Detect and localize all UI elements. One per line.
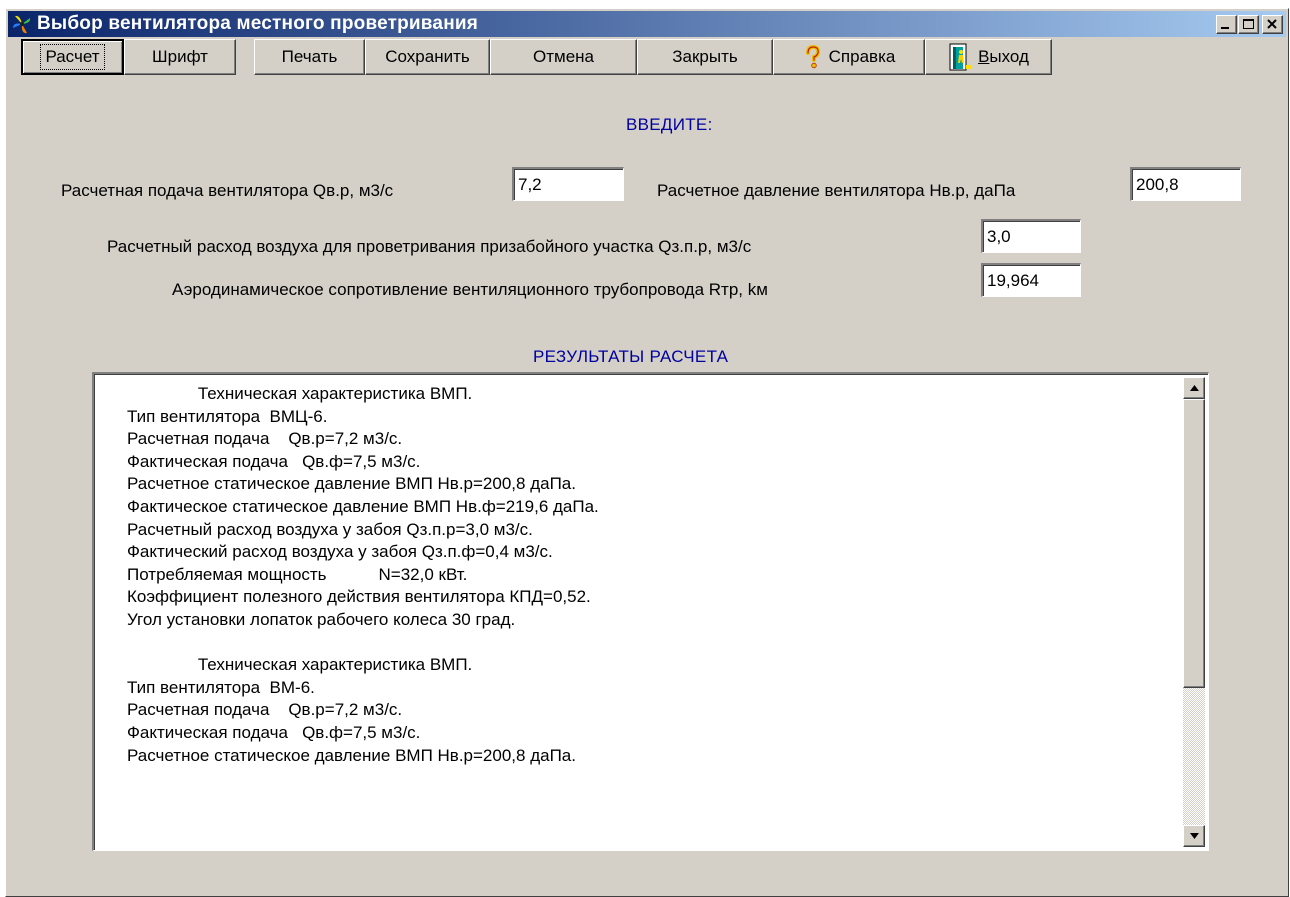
arrow-down-icon: [1190, 833, 1199, 839]
window-title: Выбор вентилятора местного проветривания: [37, 13, 479, 34]
results-text: Техническая характеристика ВМП. Тип венти…: [127, 383, 1168, 767]
exit-button-accel: В: [978, 47, 990, 66]
result-line: Техническая характеристика ВМП.: [127, 384, 473, 403]
maximize-icon: [1243, 19, 1254, 29]
save-button-label: Сохранить: [385, 47, 470, 66]
pressure-label: Расчетное давление вентилятора Нв.р, даП…: [657, 181, 1016, 200]
minimize-button[interactable]: [1216, 15, 1237, 34]
result-line: Тип вентилятора ВМ-6.: [127, 677, 315, 697]
save-button[interactable]: Сохранить: [365, 39, 490, 75]
door-exit-icon: [949, 43, 972, 71]
scroll-thumb[interactable]: [1183, 399, 1205, 688]
result-line: Фактическое статическое давление ВМП Нв.…: [127, 496, 599, 516]
results-scrollbar[interactable]: [1183, 377, 1205, 847]
maximize-button[interactable]: [1238, 15, 1259, 34]
toolbar: Расчет Шрифт Печать Сохранить Отмена Зак…: [8, 39, 1052, 75]
results-heading: РЕЗУЛЬТАТЫ РАСЧЕТА: [533, 347, 729, 366]
result-line: Фактический расход воздуха у забоя Qз.п.…: [127, 542, 553, 562]
calculate-button-label: Расчет: [40, 44, 105, 70]
main-window: Выбор вентилятора местного проветривания…: [5, 8, 1289, 897]
resistance-input[interactable]: [981, 263, 1081, 297]
result-line: Расчетный расход воздуха у забоя Qз.п.р=…: [127, 519, 533, 539]
title-bar[interactable]: Выбор вентилятора местного проветривания: [8, 11, 1286, 37]
result-line: Расчетное статическое давление ВМП Нв.р=…: [127, 474, 576, 494]
result-line: Фактическая подача Qв.ф=7,5 м3/с.: [127, 451, 421, 471]
exit-button[interactable]: Выход: [925, 39, 1052, 75]
airflow-input[interactable]: [981, 219, 1081, 253]
resistance-label: Аэродинамическое сопротивление вентиляци…: [172, 280, 768, 299]
scroll-up-button[interactable]: [1183, 377, 1205, 399]
result-line: Расчетное статическое давление ВМП Нв.р=…: [127, 745, 576, 765]
airflow-label: Расчетный расход воздуха для проветриван…: [107, 237, 752, 256]
font-button[interactable]: Шрифт: [124, 39, 236, 75]
result-line: Расчетная подача Qв.р=7,2 м3/с.: [127, 700, 403, 720]
calculate-button[interactable]: Расчет: [21, 39, 124, 75]
exit-button-label: Выход: [978, 47, 1029, 67]
result-line: Фактическая подача Qв.ф=7,5 м3/с.: [127, 722, 421, 742]
pressure-input[interactable]: [1130, 167, 1241, 201]
close-button-label: Закрыть: [672, 47, 738, 66]
results-memo[interactable]: Техническая характеристика ВМП. Тип венти…: [92, 372, 1209, 851]
result-line: Техническая характеристика ВМП.: [127, 655, 473, 675]
input-heading: ВВЕДИТЕ:: [626, 115, 713, 134]
close-button[interactable]: Закрыть: [637, 39, 773, 75]
print-button-label: Печать: [281, 47, 338, 66]
font-button-label: Шрифт: [152, 47, 208, 66]
close-icon: [1267, 19, 1277, 29]
minimize-icon: [1221, 27, 1229, 29]
result-line: Потребляемая мощность N=32,0 кВт.: [127, 564, 468, 584]
exit-button-label-rest: ыход: [989, 47, 1029, 66]
close-window-button[interactable]: [1262, 15, 1283, 34]
print-button[interactable]: Печать: [254, 39, 365, 75]
scroll-down-button[interactable]: [1183, 825, 1205, 847]
result-line: Расчетная подача Qв.р=7,2 м3/с.: [127, 429, 403, 449]
cancel-button-label: Отмена: [533, 47, 594, 66]
result-line: [127, 632, 1168, 655]
help-button[interactable]: Справка: [773, 39, 925, 75]
fan-app-icon: [13, 15, 31, 34]
supply-input[interactable]: [512, 167, 624, 201]
result-line: Угол установки лопаток рабочего колеса 3…: [127, 609, 516, 629]
arrow-up-icon: [1190, 385, 1199, 391]
result-line: Тип вентилятора ВМЦ-6.: [127, 406, 328, 426]
question-mark-icon: [805, 45, 820, 69]
help-button-label: Справка: [828, 47, 896, 66]
supply-label: Расчетная подача вентилятора Qв.р, м3/с: [61, 181, 394, 200]
result-line: Коэффициент полезного действия вентилято…: [127, 587, 591, 607]
cancel-button[interactable]: Отмена: [490, 39, 637, 75]
